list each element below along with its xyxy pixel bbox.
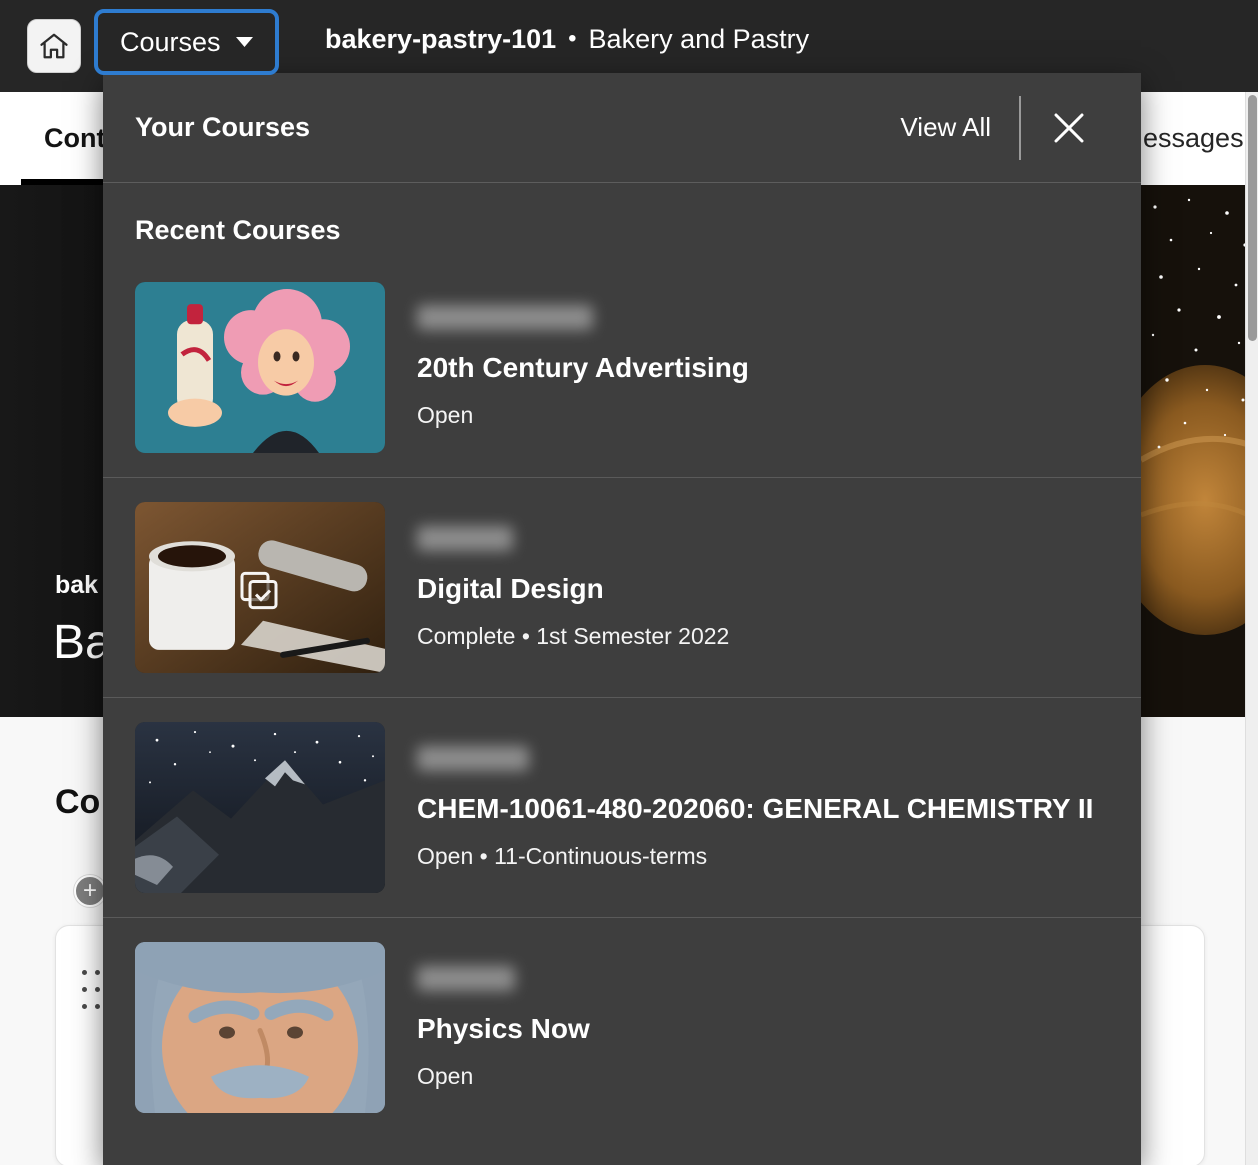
course-thumbnail-advertising [135, 282, 385, 453]
view-all-button[interactable]: View All [898, 108, 993, 147]
course-thumbnail-digital-design [135, 502, 385, 673]
course-status: Open [417, 402, 473, 429]
course-status: Complete • 1st Semester 2022 [417, 623, 729, 650]
drag-handle-icon[interactable] [82, 970, 100, 1009]
breadcrumb-separator: • [568, 25, 576, 53]
tab-messages[interactable]: essages [1143, 92, 1244, 185]
banner-course-id: bak [55, 571, 98, 600]
course-list-item[interactable]: Physics Now Open [103, 917, 1141, 1137]
content-heading: Co [55, 783, 100, 822]
dropdown-header-actions: View All [898, 96, 1091, 160]
home-icon [39, 32, 69, 60]
course-status: Open [417, 1063, 473, 1090]
course-info: CHEM-10061-480-202060: GENERAL CHEMISTRY… [417, 746, 1093, 870]
recent-courses-heading: Recent Courses [135, 215, 1141, 246]
course-info: Physics Now Open [417, 966, 590, 1090]
course-list-item[interactable]: Digital Design Complete • 1st Semester 2… [103, 477, 1141, 697]
course-id-redacted [417, 746, 529, 771]
courses-dropdown-panel: Your Courses View All Recent Courses [103, 73, 1141, 1165]
course-status: Open • 11-Continuous-terms [417, 843, 707, 870]
header-divider [1019, 96, 1021, 160]
course-thumbnail-physics [135, 942, 385, 1113]
breadcrumb: bakery-pastry-101 • Bakery and Pastry [325, 0, 809, 78]
close-button[interactable] [1047, 106, 1091, 150]
screen: Cont essages bak Ba [0, 0, 1258, 1165]
pastry-banner-image [1141, 185, 1258, 717]
close-icon [1052, 111, 1086, 145]
course-info: Digital Design Complete • 1st Semester 2… [417, 526, 729, 650]
course-list: 20th Century Advertising Open [103, 257, 1141, 1137]
course-title-link[interactable]: Physics Now [417, 1013, 590, 1045]
course-list-item[interactable]: 20th Century Advertising Open [103, 257, 1141, 477]
add-content-button[interactable]: + [74, 875, 106, 907]
home-button[interactable] [27, 19, 81, 73]
course-id-redacted [417, 305, 593, 330]
course-title-link[interactable]: Digital Design [417, 573, 604, 605]
course-id-redacted [417, 526, 513, 551]
dropdown-header: Your Courses View All [103, 73, 1141, 183]
plus-icon: + [83, 879, 97, 903]
course-title-link[interactable]: 20th Century Advertising [417, 352, 749, 384]
course-thumbnail-chemistry [135, 722, 385, 893]
breadcrumb-course-name: Bakery and Pastry [589, 24, 810, 55]
course-list-item[interactable]: CHEM-10061-480-202060: GENERAL CHEMISTRY… [103, 697, 1141, 917]
caret-down-icon [236, 37, 253, 47]
course-title-link[interactable]: CHEM-10061-480-202060: GENERAL CHEMISTRY… [417, 793, 1093, 825]
page-scrollbar[interactable] [1245, 92, 1258, 1165]
scrollbar-thumb[interactable] [1248, 95, 1257, 341]
course-id-redacted [417, 966, 515, 991]
dropdown-title: Your Courses [135, 112, 898, 143]
courses-menu-label: Courses [120, 27, 221, 58]
course-info: 20th Century Advertising Open [417, 305, 749, 429]
tab-content[interactable]: Cont [44, 92, 105, 185]
breadcrumb-course-id: bakery-pastry-101 [325, 24, 556, 55]
courses-menu-button[interactable]: Courses [94, 9, 279, 75]
